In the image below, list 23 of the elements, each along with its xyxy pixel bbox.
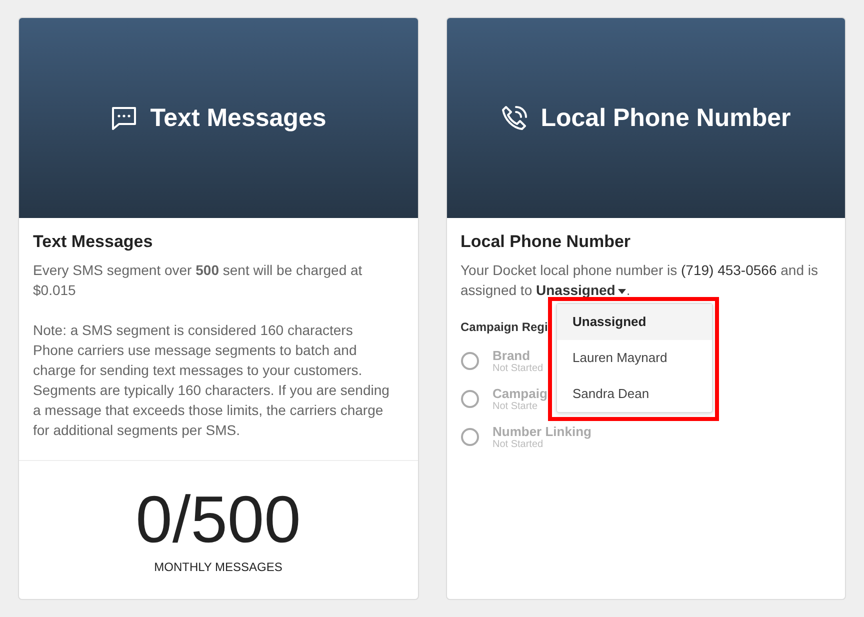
step-name: Brand	[492, 348, 532, 363]
step-status: Not Started	[492, 439, 544, 450]
description-text: Note: a SMS segment is considered 160 characters Phone carriers use message segments to batch and charge for sending text messages to your customers. Segments are typically 160 characters. If you are sending a message that exceeds those limits, the carriers charge for additional segments per SMS.	[33, 321, 390, 440]
step-name: Campaig	[492, 386, 548, 401]
banner-title: Local Phone Number	[540, 104, 791, 132]
description-text: Every SMS segment over 500 sent will be charged at $0.015	[33, 261, 364, 300]
card-title: Text Messages	[33, 232, 154, 252]
card-title: Local Phone Number	[460, 232, 632, 252]
section-title: Campaign Regi	[460, 320, 548, 334]
chat-icon	[110, 104, 138, 132]
banner-title: Text Messages	[150, 104, 326, 132]
step-name: Number Linking	[492, 424, 592, 439]
step-status: Not Started	[492, 363, 544, 374]
caret-icon	[618, 288, 626, 294]
phone-icon	[500, 104, 529, 132]
assignee-link[interactable]: Unassigned	[536, 282, 626, 298]
usage-count: 0/500	[136, 486, 301, 552]
usage-label: MONTHLY MESSAGES	[154, 560, 282, 574]
dropdown-option[interactable]: Lauren Maynard	[556, 340, 712, 376]
dropdown-option[interactable]: Sandra Dean	[556, 376, 712, 412]
dropdown-option[interactable]: Unassigned	[556, 304, 712, 340]
description-text: Your Docket local phone number is (719) 453-0566 and is assigned to Unassigned .	[460, 261, 819, 300]
step-status: Not Starte	[492, 401, 539, 412]
